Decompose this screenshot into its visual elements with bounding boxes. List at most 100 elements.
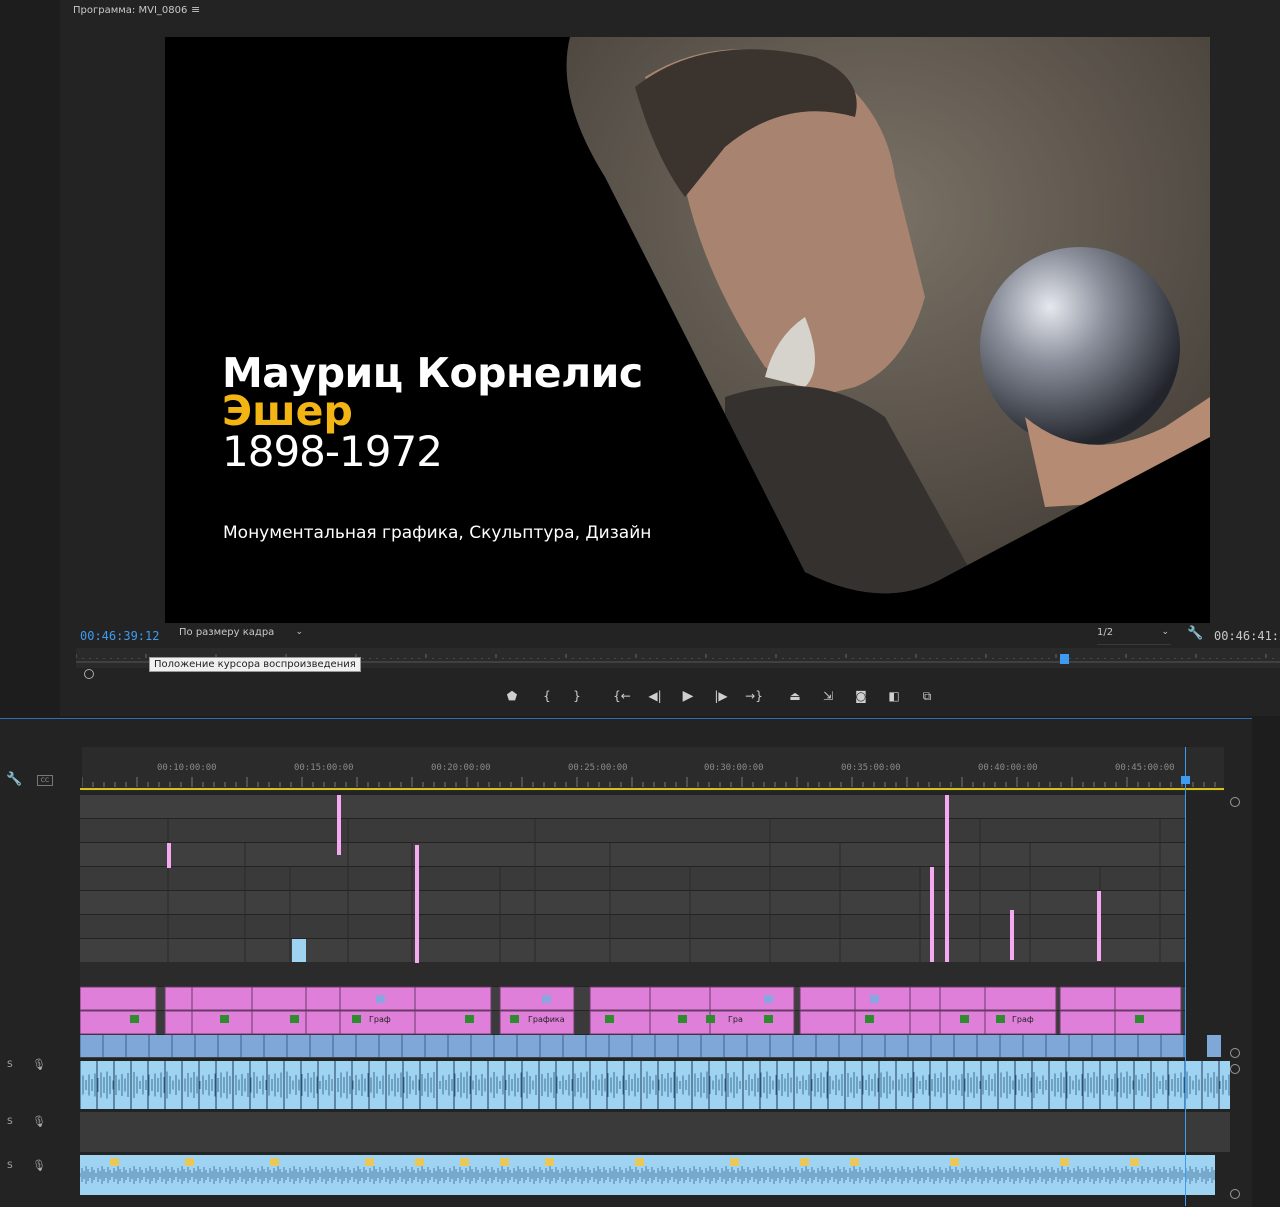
microphone-icon[interactable]: 🎙 — [32, 1115, 46, 1128]
ruler-label: 00:15:00:00 — [294, 763, 354, 773]
captions-icon[interactable]: CC — [37, 775, 53, 786]
ruler-label: 00:45:00:00 — [1115, 763, 1175, 773]
marker-line — [945, 795, 949, 962]
audio-track-label[interactable]: S — [7, 1161, 13, 1171]
timeline-playhead-handle[interactable] — [1181, 776, 1190, 784]
fx-badge-icon — [465, 1015, 474, 1023]
fx-badge-icon — [800, 1158, 809, 1166]
graphics-clip — [709, 986, 795, 1011]
fx-badge-icon — [1130, 1158, 1139, 1166]
microphone-icon[interactable]: 🎙 — [32, 1159, 46, 1172]
hamburger-icon[interactable]: ≡ — [191, 3, 200, 16]
fx-badge-icon — [542, 995, 551, 1003]
mark-out-icon[interactable]: } — [567, 686, 587, 706]
chevron-down-icon: ⌄ — [295, 627, 303, 637]
ruler-label: 00:25:00:00 — [568, 763, 628, 773]
zoom-handle-icon[interactable] — [84, 669, 94, 679]
video-clip — [292, 939, 306, 962]
marker-line — [167, 843, 171, 868]
current-timecode[interactable]: 00:46:39:12 — [80, 629, 159, 643]
go-to-out-icon[interactable]: →} — [744, 686, 764, 706]
fx-badge-icon — [850, 1158, 859, 1166]
marker-line — [415, 845, 419, 963]
play-icon[interactable]: ▶ — [678, 686, 698, 706]
microphone-icon[interactable]: 🎙 — [32, 1058, 46, 1071]
audio-track-label[interactable]: S — [7, 1117, 13, 1127]
marker-line — [337, 795, 341, 855]
resolution-select[interactable]: 1/2 ⌄ — [1097, 627, 1171, 645]
marker-icon[interactable]: ⬟ — [502, 686, 522, 706]
fx-badge-icon — [290, 1015, 299, 1023]
program-monitor: Программа: MVI_0806 ≡ Мауриц Корнелис Эш… — [60, 0, 1280, 716]
graphics-clip — [80, 986, 157, 1011]
ruler-label: 00:10:00:00 — [157, 763, 217, 773]
fx-badge-icon — [1135, 1015, 1144, 1023]
resolution-value: 1/2 — [1097, 627, 1114, 638]
timeline-playhead[interactable] — [1185, 747, 1186, 1206]
left-panel-strip — [0, 0, 58, 716]
marker-line — [930, 867, 934, 962]
scroll-handle-icon[interactable] — [1230, 1048, 1240, 1058]
zoom-level-select[interactable]: По размеру кадра ⌄ — [179, 627, 307, 644]
fx-badge-icon — [220, 1015, 229, 1023]
wrench-icon[interactable]: 🔧 — [1187, 626, 1203, 641]
ruler-label: 00:30:00:00 — [704, 763, 764, 773]
fx-badge-icon — [996, 1015, 1005, 1023]
graphics-clip — [80, 1010, 157, 1035]
ruler-label: 00:20:00:00 — [431, 763, 491, 773]
clip-label: Гра — [728, 1015, 743, 1024]
graphics-clip — [1114, 1010, 1182, 1035]
fx-badge-icon — [870, 995, 879, 1003]
video-track-row — [80, 867, 1185, 890]
fx-badge-icon — [365, 1158, 374, 1166]
fx-badge-icon — [730, 1158, 739, 1166]
work-area-bar[interactable] — [80, 788, 1224, 790]
scroll-handle-icon[interactable] — [1230, 797, 1240, 807]
title-subtitle: Монументальная графика, Скульптура, Диза… — [223, 523, 652, 543]
audio-track-label[interactable]: S — [7, 1060, 13, 1070]
lift-icon[interactable]: ⏏ — [785, 686, 805, 706]
fx-badge-icon — [460, 1158, 469, 1166]
fx-badge-icon — [376, 995, 385, 1003]
playhead-handle[interactable] — [1060, 654, 1069, 664]
fx-badge-icon — [130, 1015, 139, 1023]
scroll-handle-icon[interactable] — [1230, 1064, 1240, 1074]
camera-icon[interactable]: ◙ — [851, 686, 871, 706]
go-to-in-icon[interactable]: {← — [612, 686, 632, 706]
compare-icon[interactable]: ◧ — [884, 686, 904, 706]
video-track-row — [80, 915, 1185, 938]
graphics-clip — [1114, 986, 1182, 1011]
step-back-icon[interactable]: ◀| — [645, 686, 665, 706]
multi-icon[interactable]: ⧉ — [917, 686, 937, 706]
timeline-wrench-icon[interactable]: 🔧 — [6, 772, 22, 787]
marker-line — [1097, 891, 1101, 961]
graphics-clip — [414, 986, 492, 1011]
mark-in-icon[interactable]: { — [537, 686, 557, 706]
duration-timecode: 00:46:41:2 — [1214, 629, 1280, 643]
monitor-title[interactable]: Программа: MVI_0806 — [73, 5, 187, 16]
video-track-row — [80, 891, 1185, 914]
step-forward-icon[interactable]: |▶ — [711, 686, 731, 706]
time-ruler[interactable]: 00:10:00:00 00:15:00:00 00:20:00:00 00:2… — [82, 747, 1224, 791]
fx-badge-icon — [510, 1015, 519, 1023]
video-track-row — [80, 843, 1185, 866]
video-frame: Мауриц Корнелис Эшер 1898-1972 Монумента… — [165, 37, 1210, 623]
video-track-row — [80, 795, 1185, 818]
zoom-level-value: По размеру кадра — [179, 627, 275, 638]
title-years-line: 1898-1972 — [222, 427, 443, 476]
graphics-clip — [984, 986, 1057, 1011]
ruler-label: 00:35:00:00 — [841, 763, 901, 773]
video-clip — [1207, 1035, 1221, 1057]
fx-badge-icon — [635, 1158, 644, 1166]
video-track-row — [80, 939, 1185, 962]
fx-badge-icon — [110, 1158, 119, 1166]
fx-badge-icon — [960, 1015, 969, 1023]
extract-icon[interactable]: ⇲ — [818, 686, 838, 706]
clip-label: Граф — [369, 1015, 391, 1024]
fx-badge-icon — [678, 1015, 687, 1023]
scroll-handle-icon[interactable] — [1230, 1189, 1240, 1199]
chevron-down-icon: ⌄ — [1161, 627, 1169, 637]
fx-badge-icon — [605, 1015, 614, 1023]
timeline-tracks[interactable]: Граф Графика Гра Граф — [80, 795, 1230, 1195]
fx-badge-icon — [865, 1015, 874, 1023]
